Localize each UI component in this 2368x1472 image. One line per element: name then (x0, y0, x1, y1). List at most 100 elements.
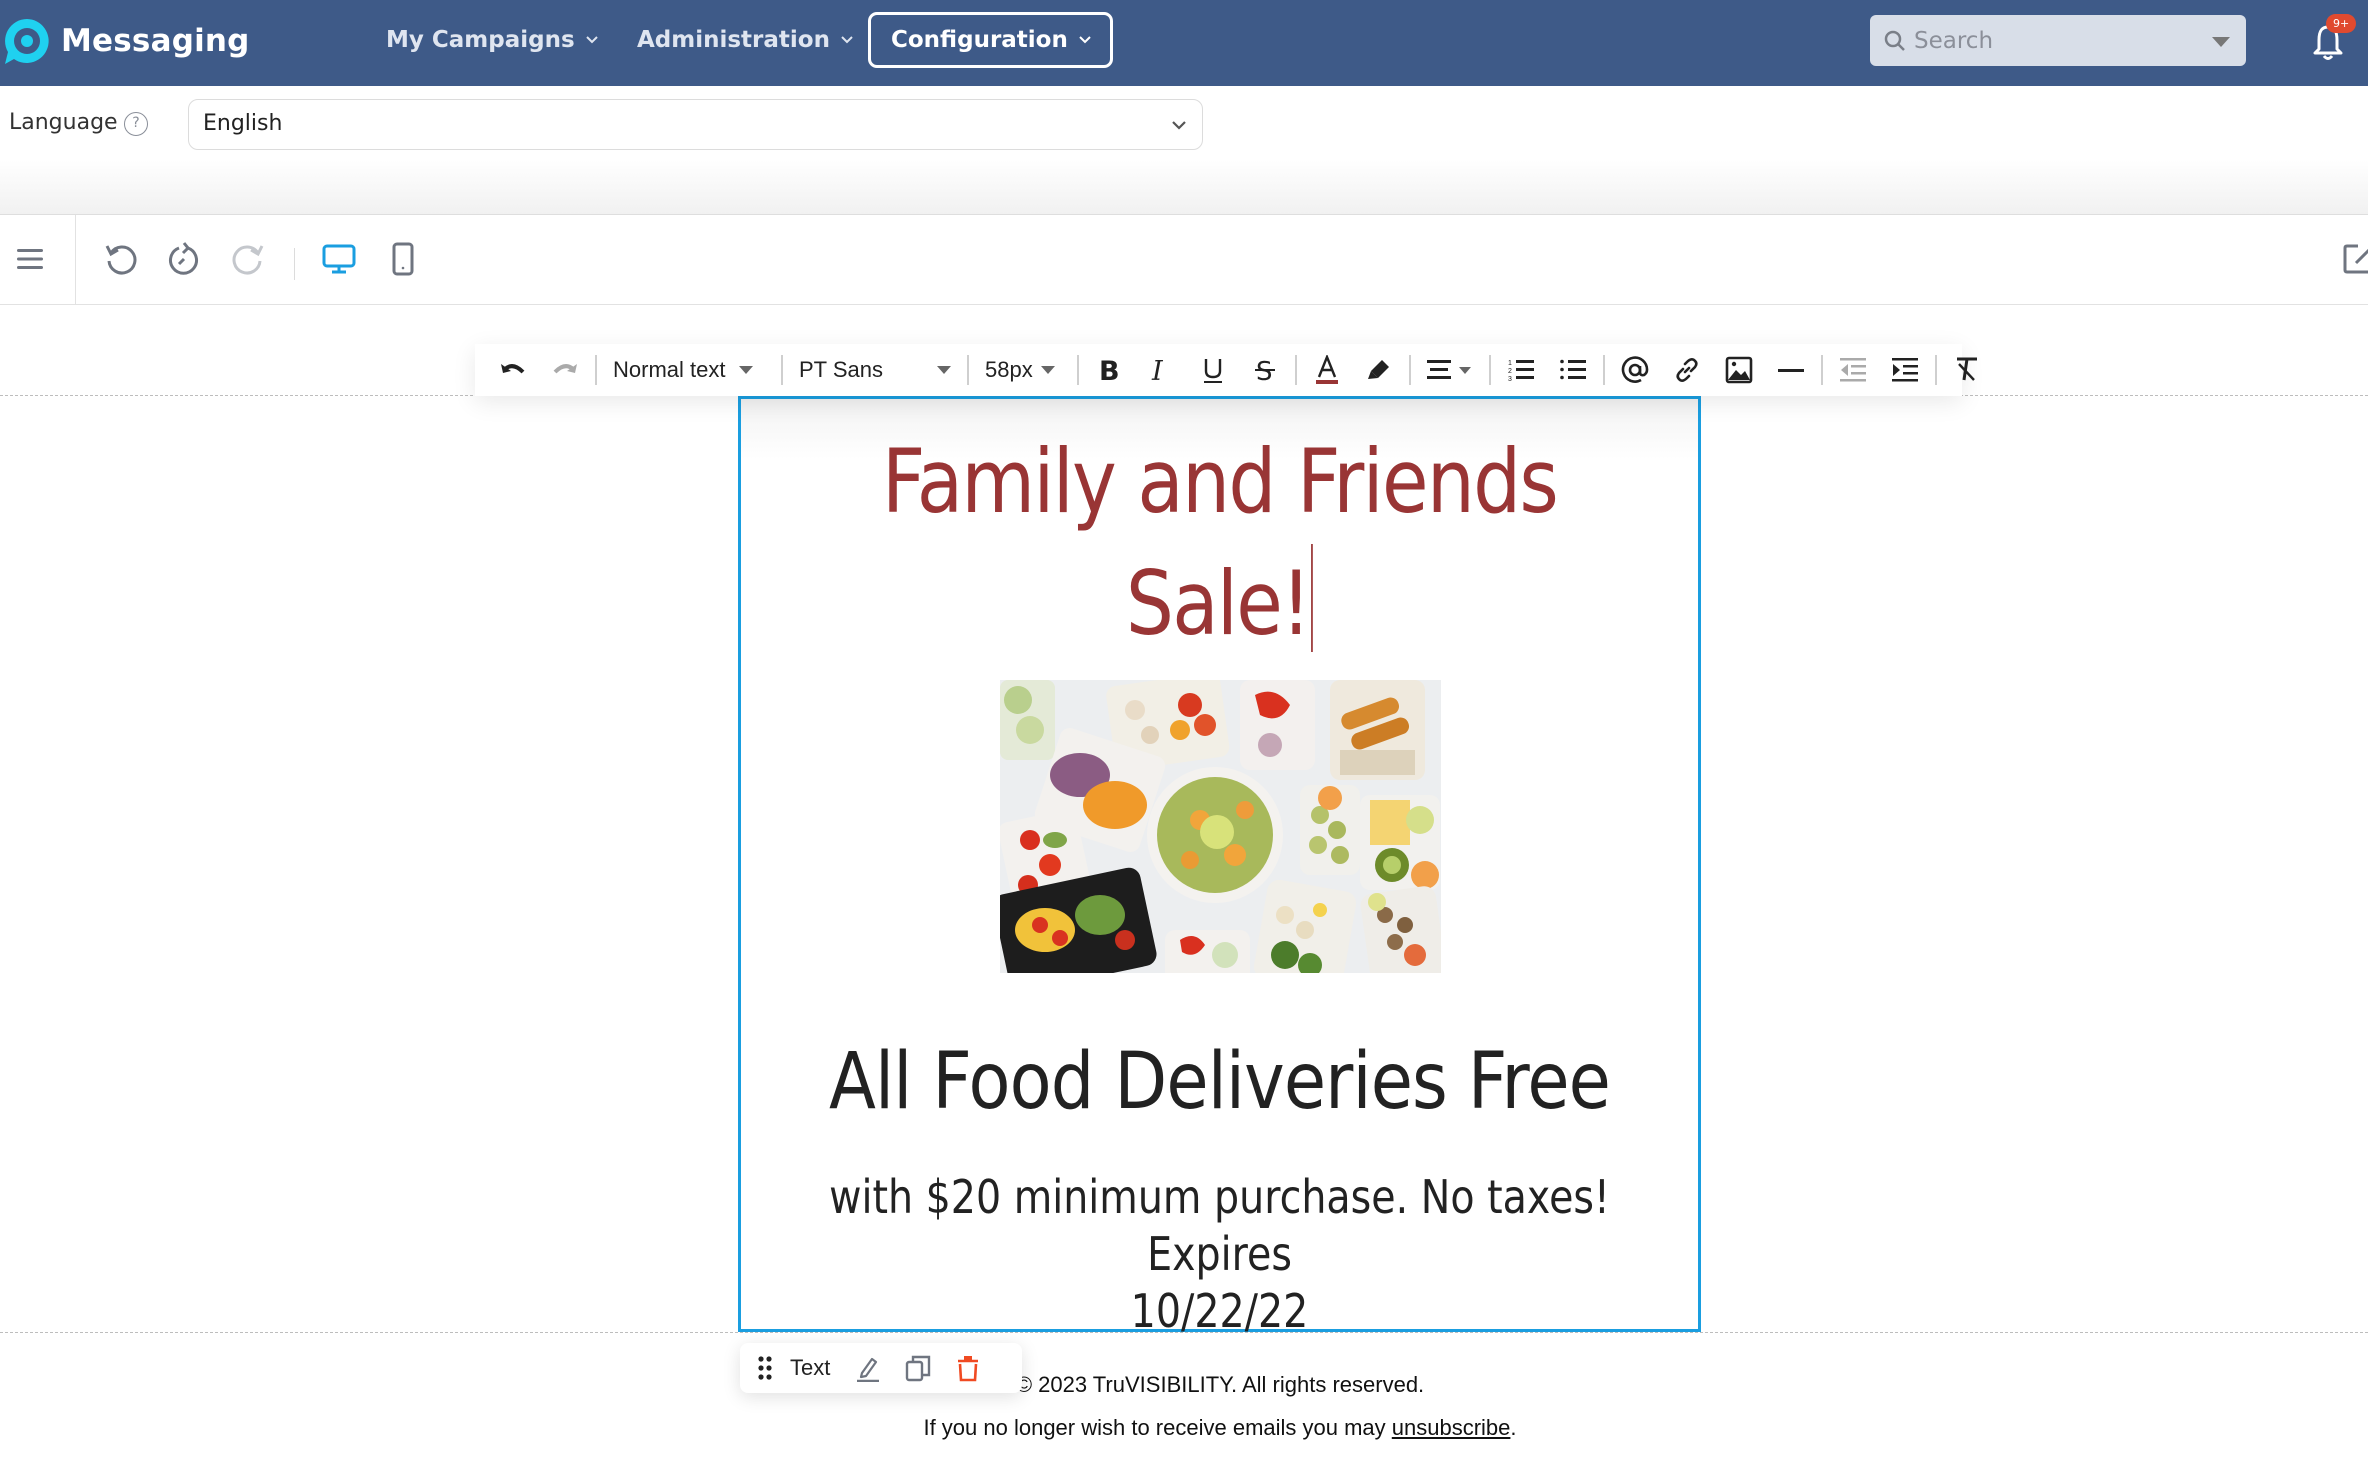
footer-copyright: © 2023 TruVISIBILITY. All rights reserve… (1015, 1372, 1425, 1397)
redo-button[interactable] (228, 239, 268, 279)
svg-text:3: 3 (1508, 376, 1512, 383)
toolbar-separator (1489, 355, 1491, 385)
section-divider (0, 160, 2368, 215)
horizontal-rule-button[interactable] (1765, 348, 1817, 392)
selected-text-block[interactable]: Family and Friends Sale! All Food Delive… (738, 396, 1701, 1338)
indent-button[interactable] (1879, 348, 1931, 392)
link-button[interactable] (1661, 348, 1713, 392)
undo-icon (501, 364, 525, 374)
notification-badge: 9+ (2326, 14, 2357, 33)
chevron-down-icon (1172, 121, 1186, 130)
revert-button[interactable] (164, 239, 204, 279)
unordered-list-button[interactable] (1547, 348, 1599, 392)
mobile-view-button[interactable] (383, 239, 423, 279)
svg-text:I: I (1151, 356, 1164, 384)
editor-toolbar (0, 215, 2368, 305)
headline-text[interactable]: Family and Friends Sale! (808, 421, 1631, 665)
font-size-select[interactable]: 58px (973, 348, 1073, 392)
strikethrough-button[interactable]: S (1239, 348, 1291, 392)
drag-handle-icon[interactable] (758, 1356, 772, 1380)
clear-formatting-button[interactable] (1941, 348, 1993, 392)
outdent-button[interactable] (1827, 348, 1879, 392)
top-nav-bar: Messaging My Campaigns Administration Co… (0, 0, 2368, 86)
search-dropdown-caret-icon[interactable] (2212, 37, 2230, 47)
chevron-down-icon (1079, 36, 1091, 44)
font-family-select[interactable]: PT Sans (787, 348, 963, 392)
language-select[interactable]: English (188, 99, 1203, 150)
food-photo-illustration (1000, 680, 1441, 973)
block-type-label: Text (790, 1355, 831, 1380)
redo-icon (553, 364, 577, 374)
bold-button[interactable]: B (1083, 348, 1135, 392)
nav-my-campaigns-label: My Campaigns (386, 27, 575, 53)
block-action-bar: Text (740, 1343, 1022, 1393)
app-name: Messaging (61, 23, 250, 59)
horizontal-rule-icon (1778, 369, 1804, 372)
trash-icon (958, 1356, 979, 1382)
svg-text:2: 2 (1508, 368, 1512, 375)
duplicate-block-button[interactable] (902, 1352, 934, 1384)
toolbar-separator (595, 355, 597, 385)
toolbar-separator (1935, 355, 1937, 385)
menu-button[interactable] (10, 239, 50, 279)
text-color-icon (1316, 355, 1338, 384)
toolbar-separator (1821, 355, 1823, 385)
align-button[interactable] (1415, 348, 1485, 392)
language-selected-value: English (203, 111, 283, 136)
menu-icon (17, 249, 43, 269)
app-logo[interactable]: Messaging (2, 16, 250, 66)
underline-button[interactable] (1187, 348, 1239, 392)
edit-block-button[interactable] (852, 1352, 884, 1384)
rt-redo-button[interactable] (539, 348, 591, 392)
link-icon (1676, 358, 1698, 382)
revert-icon (169, 242, 198, 275)
offer-details-text[interactable]: with $20 minimum purchase. No taxes! Exp… (808, 1169, 1631, 1340)
question-circle-icon[interactable]: ? (124, 112, 148, 136)
headline-line-2-text: Sale! (1125, 552, 1311, 655)
toolbar-separator (294, 248, 295, 280)
font-family-value: PT Sans (799, 357, 883, 382)
headline-line-2: Sale! (808, 543, 1631, 665)
toolbar-separator (1409, 355, 1411, 385)
indent-icon (1892, 358, 1918, 382)
caret-down-icon (1040, 366, 1055, 374)
search-input[interactable]: Search (1914, 28, 1993, 54)
ordered-list-button[interactable]: 123 (1495, 348, 1547, 392)
toolbar-separator (1295, 355, 1297, 385)
ordered-list-icon: 123 (1508, 360, 1534, 383)
unsubscribe-prefix: If you no longer wish to receive emails … (923, 1415, 1392, 1440)
insert-image-button[interactable] (1713, 348, 1765, 392)
svg-text:B: B (1099, 356, 1120, 384)
toolbar-separator (781, 355, 783, 385)
mention-button[interactable] (1609, 348, 1661, 392)
mobile-view-icon (392, 242, 414, 276)
nav-administration[interactable]: Administration (637, 12, 854, 68)
unsubscribe-suffix: . (1510, 1415, 1517, 1440)
highlight-button[interactable] (1353, 348, 1405, 392)
nav-administration-label: Administration (637, 27, 830, 53)
text-color-button[interactable] (1301, 348, 1353, 392)
nav-my-campaigns[interactable]: My Campaigns (386, 12, 599, 68)
external-edit-button[interactable] (2340, 239, 2368, 279)
caret-down-icon (739, 366, 754, 374)
unsubscribe-link[interactable]: unsubscribe (1392, 1415, 1511, 1440)
strikethrough-icon: S (1255, 357, 1275, 384)
underline-icon (1204, 359, 1222, 383)
image-icon (1725, 356, 1753, 384)
redo-icon (232, 245, 264, 275)
block-style-value: Normal text (613, 357, 726, 382)
food-image[interactable] (1000, 680, 1441, 973)
chevron-down-icon (841, 36, 853, 44)
desktop-view-button[interactable] (319, 239, 359, 279)
undo-history-button[interactable] (101, 239, 141, 279)
align-center-icon (1427, 360, 1471, 379)
italic-button[interactable]: I (1135, 348, 1187, 392)
toolbar-separator (1603, 355, 1605, 385)
delete-block-button[interactable] (952, 1352, 984, 1384)
rt-undo-button[interactable] (487, 348, 539, 392)
sub-headline-text[interactable]: All Food Deliveries Free (798, 1037, 1640, 1127)
nav-configuration[interactable]: Configuration (868, 12, 1113, 68)
global-search[interactable]: Search (1870, 15, 2246, 66)
unordered-list-icon (1560, 359, 1586, 380)
block-style-select[interactable]: Normal text (601, 348, 777, 392)
